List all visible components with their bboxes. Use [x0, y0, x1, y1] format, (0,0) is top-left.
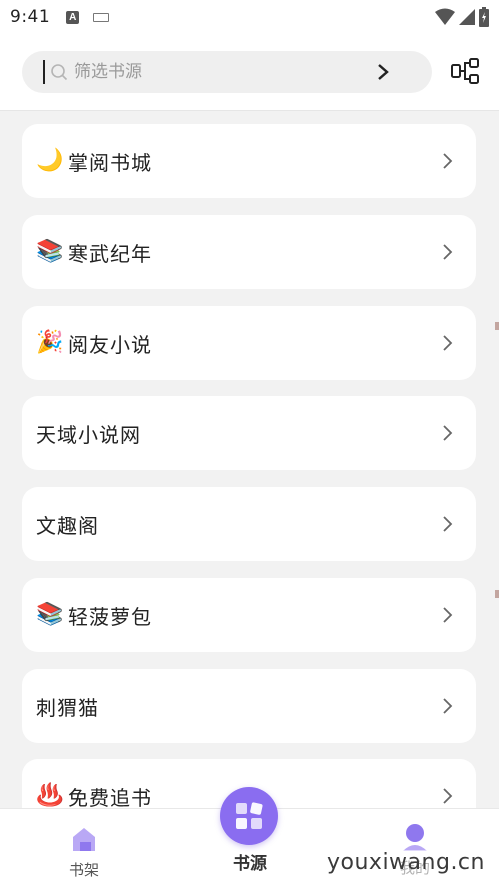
search-input[interactable] [74, 51, 374, 93]
group-tree-icon[interactable] [450, 57, 480, 87]
accessibility-notification-icon: A [66, 10, 80, 24]
scroll-edge-mark [495, 322, 499, 330]
search-icon [51, 64, 68, 81]
keyboard-notification-icon [93, 12, 110, 22]
watermark-text: youxiwang.cn [327, 850, 485, 875]
moon-icon: 🌙 [36, 148, 64, 173]
status-time: 9:41 [10, 7, 51, 27]
chevron-right-icon [443, 698, 453, 714]
chevron-right-icon [443, 335, 453, 351]
chevron-right-icon [443, 607, 453, 623]
scroll-edge-mark [495, 590, 499, 598]
battery-icon [479, 7, 489, 27]
source-item[interactable]: 📚 寒武纪年 [22, 215, 476, 289]
source-title: 天域小说网 [36, 422, 141, 447]
chevron-right-icon [443, 516, 453, 532]
chevron-right-icon [443, 153, 453, 169]
source-list[interactable]: 🌙 掌阅书城 📚 寒武纪年 🎉 阅友小说 天域小说网 文趣阁 📚 轻菠萝包 刺猬… [0, 111, 499, 808]
book-source-fab[interactable] [220, 787, 278, 845]
source-item[interactable]: 文趣阁 [22, 487, 476, 561]
grid-icon [236, 802, 263, 829]
bottom-tab-bar: 书架 书源 我的 [0, 787, 499, 887]
chevron-right-icon [443, 788, 453, 804]
status-icons [435, 7, 489, 27]
signal-icon [459, 9, 475, 25]
source-item[interactable]: 📚 轻菠萝包 [22, 578, 476, 652]
source-title: 刺猬猫 [36, 695, 99, 720]
chevron-right-icon[interactable] [374, 63, 392, 81]
source-title: 免费追书 [68, 785, 152, 809]
tab-label: 书源 [233, 854, 267, 874]
source-item[interactable]: 🌙 掌阅书城 [22, 124, 476, 198]
tab-book-source[interactable]: 书源 [220, 787, 280, 874]
source-item[interactable]: 刺猬猫 [22, 669, 476, 743]
source-item[interactable]: 天域小说网 [22, 396, 476, 470]
tab-bookshelf[interactable]: 书架 [62, 825, 106, 880]
search-box[interactable] [22, 51, 432, 93]
source-title: 轻菠萝包 [68, 604, 152, 629]
bookshelf-icon [73, 828, 95, 851]
source-title: 掌阅书城 [68, 150, 152, 175]
source-title: 阅友小说 [68, 332, 152, 357]
profile-icon [403, 824, 427, 851]
chevron-right-icon [443, 425, 453, 441]
top-header [0, 34, 499, 111]
text-caret [43, 60, 45, 84]
books-icon: 📚 [36, 602, 64, 627]
books-icon: 📚 [36, 239, 64, 264]
tab-label: 书架 [68, 861, 99, 879]
party-popper-icon: 🎉 [36, 330, 64, 355]
chevron-right-icon [443, 244, 453, 260]
source-title: 寒武纪年 [68, 241, 152, 266]
wifi-icon [435, 8, 455, 25]
hot-springs-icon: ♨️ [36, 783, 64, 808]
status-bar: 9:41 A [0, 0, 499, 34]
source-item[interactable]: 🎉 阅友小说 [22, 306, 476, 380]
source-title: 文趣阁 [36, 513, 99, 538]
